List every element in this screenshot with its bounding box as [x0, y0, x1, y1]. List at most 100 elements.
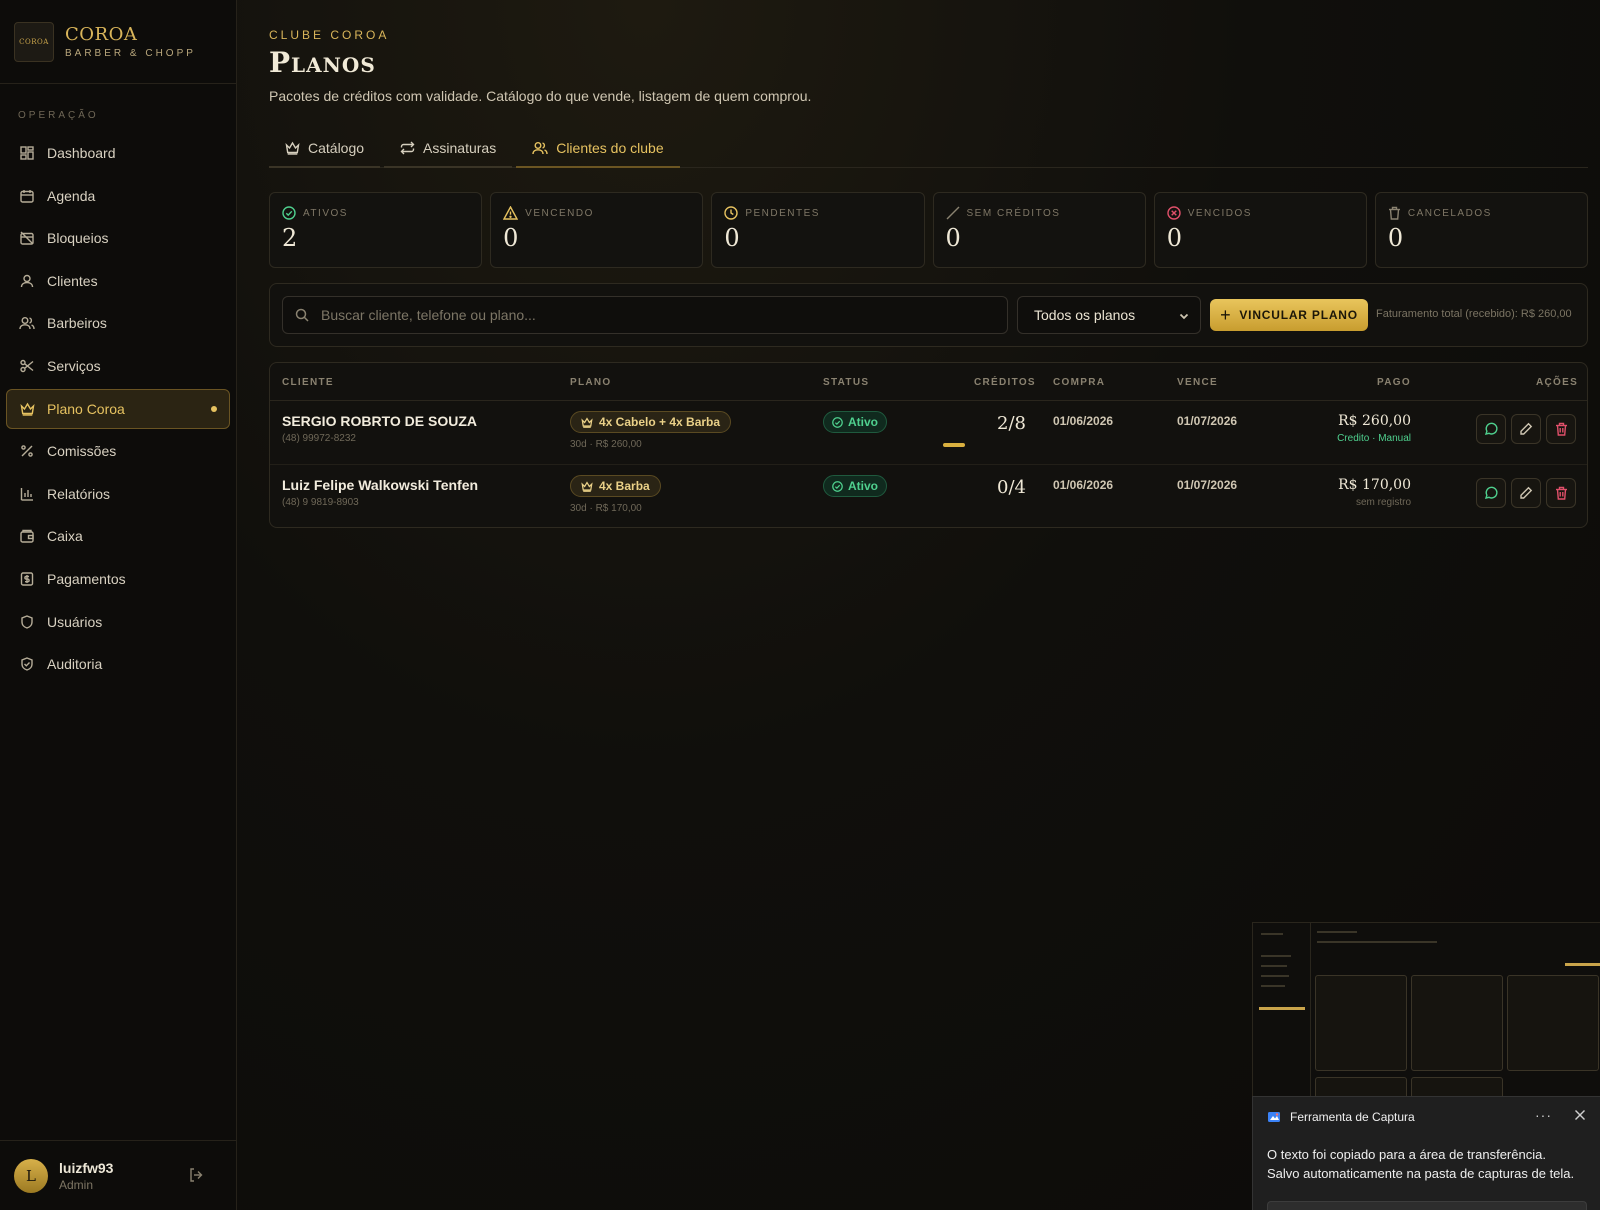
stat-card-sem-creditos[interactable]: SEM CRÉDITOS 0: [932, 192, 1146, 268]
dollar-icon: [19, 571, 35, 587]
sidebar-item-auditoria[interactable]: Auditoria: [6, 644, 230, 684]
sidebar-item-clientes[interactable]: Clientes: [6, 261, 230, 301]
edit-button[interactable]: [1511, 414, 1541, 444]
sidebar-item-usuarios[interactable]: Usuários: [6, 602, 230, 642]
plan-name: 4x Cabelo + 4x Barba: [599, 415, 721, 429]
x-circle-icon: [1166, 206, 1181, 220]
thumbnail-line: [1261, 985, 1285, 987]
thumbnail-card: [1411, 975, 1503, 1071]
column-header[interactable]: VENCE: [1177, 377, 1218, 388]
close-icon[interactable]: [1574, 1109, 1586, 1121]
column-header[interactable]: PAGO: [1377, 377, 1411, 388]
sidebar-item-comissoes[interactable]: Comissões: [6, 431, 230, 471]
capture-notification[interactable]: Ferramenta de Captura ··· O texto foi co…: [1252, 1096, 1600, 1210]
delete-button[interactable]: [1546, 414, 1576, 444]
stat-card-cancelados[interactable]: CANCELADOS 0: [1374, 192, 1589, 268]
calendar-icon: [19, 188, 35, 204]
client-name[interactable]: SERGIO ROBRTO DE SOUZA: [282, 413, 477, 429]
plan-details: 30d · R$ 260,00: [570, 439, 642, 450]
avatar[interactable]: L: [14, 1158, 48, 1193]
crown-icon: [581, 416, 593, 428]
sidebar-item-agenda[interactable]: Agenda: [6, 176, 230, 216]
brand-logo: COROA: [14, 21, 54, 62]
trash-icon: [1555, 422, 1568, 436]
table-header: CLIENTE PLANO STATUS CRÉDITOS COMPRA VEN…: [270, 363, 1587, 401]
scissors-icon: [19, 358, 35, 374]
table-row[interactable]: SERGIO ROBRTO DE SOUZA (48) 99972-8232 4…: [270, 401, 1587, 465]
wallet-icon: [19, 528, 35, 544]
column-header[interactable]: CLIENTE: [282, 377, 334, 388]
sidebar-item-plano-coroa[interactable]: Plano Coroa: [6, 388, 230, 429]
column-header[interactable]: PLANO: [570, 377, 612, 388]
delete-button[interactable]: [1546, 478, 1576, 508]
link-plan-label: VINCULAR PLANO: [1239, 308, 1358, 322]
whatsapp-button[interactable]: [1476, 478, 1506, 508]
sidebar-item-servicos[interactable]: Serviços: [6, 346, 230, 386]
trash-icon: [1555, 486, 1568, 500]
link-plan-button[interactable]: + VINCULAR PLANO: [1210, 299, 1368, 331]
bar-chart-icon: [19, 486, 35, 502]
plan-badge: 4x Barba: [570, 475, 661, 497]
pencil-icon: [1519, 486, 1533, 500]
sidebar-item-dashboard[interactable]: Dashboard: [6, 133, 230, 173]
sidebar-item-relatorios[interactable]: Relatórios: [6, 474, 230, 514]
tab-catalogo[interactable]: Catálogo: [269, 130, 381, 168]
page-title: Planos: [269, 46, 376, 79]
thumbnail-line: [1261, 965, 1287, 967]
sidebar-item-bloqueios[interactable]: Bloqueios: [6, 218, 230, 258]
sidebar-item-label: Caixa: [47, 528, 83, 545]
stat-value: 0: [1387, 224, 1404, 252]
more-options-icon[interactable]: ···: [1535, 1107, 1552, 1123]
notification-action-button[interactable]: [1267, 1201, 1587, 1210]
search-box[interactable]: [282, 296, 1008, 334]
message-circle-icon: [1484, 422, 1498, 436]
column-header[interactable]: CRÉDITOS: [974, 377, 1036, 388]
credits-count: 2/8: [997, 413, 1026, 434]
brand[interactable]: COROA COROA BARBER & CHOPP: [0, 0, 236, 84]
user-role: Admin: [59, 1177, 94, 1192]
percent-icon: [19, 443, 35, 459]
search-input[interactable]: [321, 307, 961, 323]
stat-label: ATIVOS: [303, 207, 348, 219]
snipping-tool-icon: [1267, 1110, 1281, 1124]
tab-assinaturas[interactable]: Assinaturas: [384, 130, 513, 168]
sidebar-item-label: Auditoria: [47, 656, 103, 673]
stat-card-vencidos[interactable]: VENCIDOS 0: [1153, 192, 1367, 268]
sidebar-item-label: Barbeiros: [47, 315, 107, 332]
check-circle-icon: [282, 206, 296, 220]
screenshot-thumbnail[interactable]: [1252, 922, 1600, 1096]
user-icon: [19, 273, 35, 289]
stat-label: VENCENDO: [525, 207, 594, 219]
page-eyebrow: CLUBE COROA: [269, 28, 390, 42]
sidebar-item-caixa[interactable]: Caixa: [6, 516, 230, 556]
plus-icon: +: [1220, 304, 1232, 325]
sidebar: COROA COROA BARBER & CHOPP OPERAÇÃO Dash…: [0, 0, 237, 1210]
members-table: CLIENTE PLANO STATUS CRÉDITOS COMPRA VEN…: [269, 362, 1588, 528]
users-icon: [532, 141, 548, 155]
shield-icon: [19, 614, 35, 630]
whatsapp-button[interactable]: [1476, 414, 1506, 444]
slash-icon: [946, 206, 960, 220]
thumbnail-card: [1507, 975, 1599, 1071]
plan-filter-select[interactable]: Todos os planos: [1017, 296, 1201, 334]
chevron-down-icon: [1178, 309, 1190, 325]
column-header[interactable]: AÇÕES: [1536, 377, 1578, 388]
search-icon: [295, 308, 309, 322]
stat-card-vencendo[interactable]: VENCENDO 0: [490, 192, 704, 268]
logout-icon[interactable]: [188, 1167, 204, 1188]
table-row[interactable]: Luiz Felipe Walkowski Tenfen (48) 9 9819…: [270, 465, 1587, 527]
stat-value: 2: [282, 224, 298, 252]
paid-amount: R$ 170,00: [1338, 477, 1411, 493]
column-header[interactable]: STATUS: [823, 377, 869, 388]
client-name[interactable]: Luiz Felipe Walkowski Tenfen: [282, 477, 478, 493]
check-circle-icon: [832, 416, 843, 428]
edit-button[interactable]: [1511, 478, 1541, 508]
pencil-icon: [1519, 422, 1533, 436]
tab-clientes-do-clube[interactable]: Clientes do clube: [516, 130, 680, 168]
sidebar-item-pagamentos[interactable]: Pagamentos: [6, 559, 230, 599]
stat-card-pendentes[interactable]: PENDENTES 0: [711, 192, 925, 268]
stat-card-ativos[interactable]: ATIVOS 2: [269, 192, 483, 268]
column-header[interactable]: COMPRA: [1053, 377, 1105, 388]
sidebar-item-barbeiros[interactable]: Barbeiros: [6, 303, 230, 343]
stats-row: ATIVOS 2 VENCENDO 0 PENDENTES 0 SEM CRÉD…: [269, 192, 1589, 268]
